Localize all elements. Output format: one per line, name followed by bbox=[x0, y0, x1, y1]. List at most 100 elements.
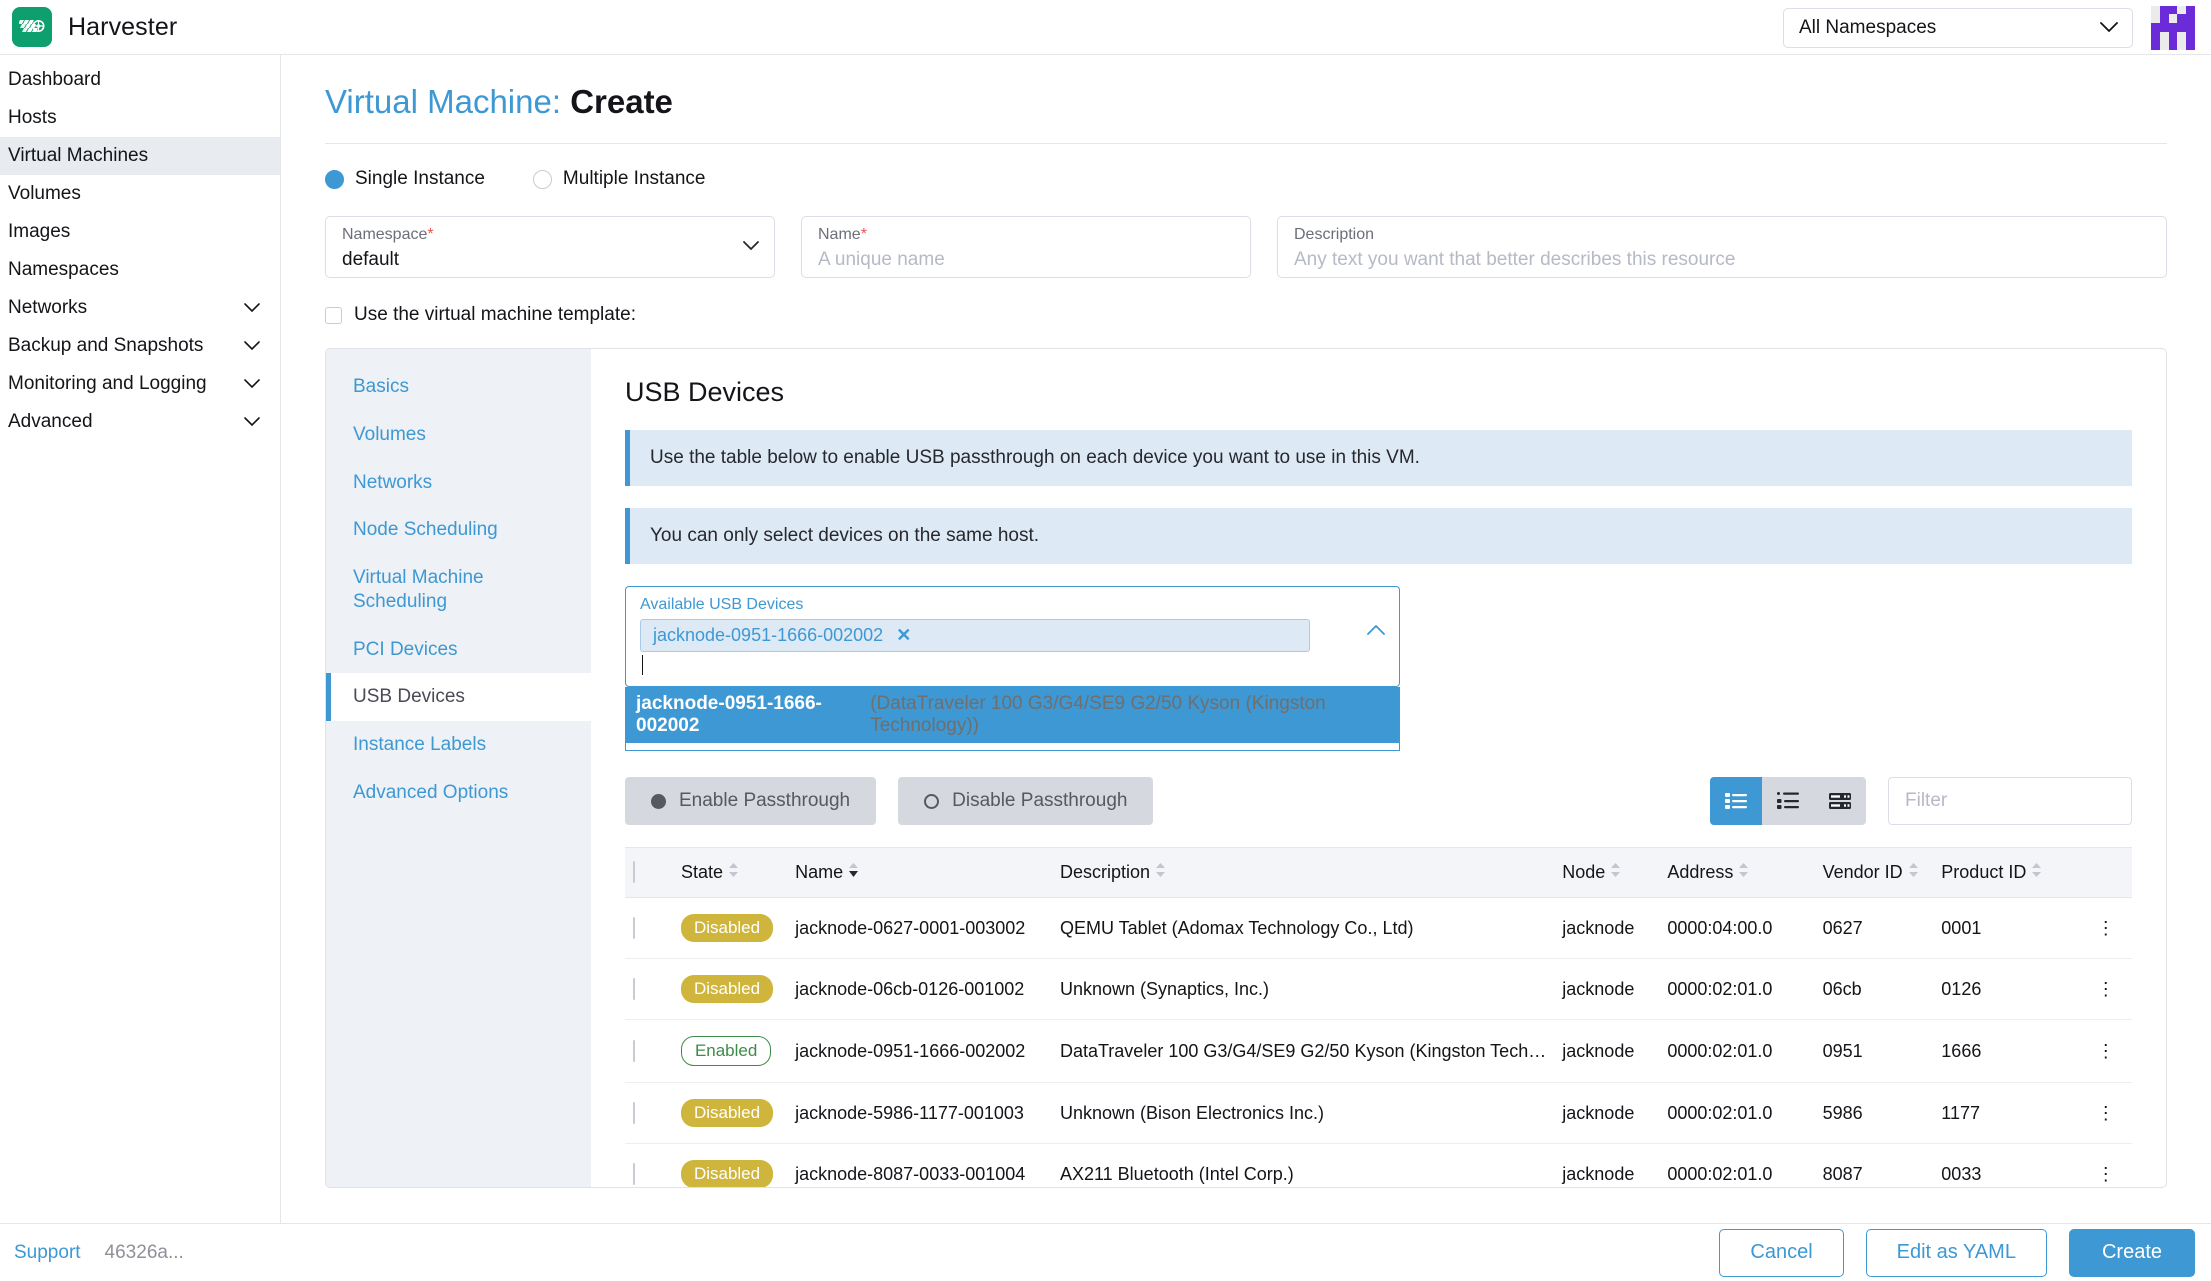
sidebar-item-hosts[interactable]: Hosts bbox=[0, 99, 280, 137]
column-header-vendor-id[interactable]: Vendor ID bbox=[1814, 847, 1934, 898]
cancel-button[interactable]: Cancel bbox=[1719, 1228, 1844, 1277]
selected-chips: jacknode-0951-1666-002002 ✕ bbox=[640, 619, 1385, 652]
namespace-label: Namespace* bbox=[342, 226, 434, 243]
tab-volumes[interactable]: Volumes bbox=[326, 411, 591, 459]
sidebar-item-volumes[interactable]: Volumes bbox=[0, 175, 280, 213]
disable-passthrough-button[interactable]: Disable Passthrough bbox=[898, 777, 1154, 825]
instance-mode-radio-group: Single Instance Multiple Instance bbox=[325, 168, 2167, 190]
close-icon[interactable]: ✕ bbox=[896, 625, 911, 646]
row-description-cell: AX211 Bluetooth (Intel Corp.) bbox=[1051, 1143, 1555, 1187]
row-node-cell: jacknode bbox=[1554, 1082, 1660, 1144]
enable-passthrough-button[interactable]: Enable Passthrough bbox=[625, 777, 877, 825]
table-row[interactable]: Disabled jacknode-8087-0033-001004 AX211… bbox=[625, 1143, 2132, 1187]
use-template-row[interactable]: Use the virtual machine template: bbox=[325, 304, 2167, 326]
harvester-logo-icon bbox=[12, 7, 52, 47]
kebab-menu-icon[interactable]: ⋮ bbox=[2079, 1082, 2132, 1144]
sort-icon bbox=[2031, 862, 2042, 883]
name-input[interactable]: A unique name bbox=[818, 249, 1234, 271]
row-product-id-cell: 0001 bbox=[1933, 897, 2080, 959]
usb-devices-panel: USB Devices Use the table below to enabl… bbox=[591, 349, 2166, 1187]
dropdown-search-input[interactable] bbox=[640, 652, 1385, 678]
chevron-down-icon bbox=[743, 238, 759, 256]
kebab-menu-icon[interactable]: ⋮ bbox=[2079, 1019, 2132, 1083]
support-link[interactable]: Support bbox=[14, 1242, 81, 1264]
radio-single-instance[interactable]: Single Instance bbox=[325, 168, 485, 190]
config-tab-list: Basics Volumes Networks Node Scheduling … bbox=[326, 349, 591, 1187]
kebab-menu-icon[interactable]: ⋮ bbox=[2079, 958, 2132, 1020]
sort-icon bbox=[728, 862, 739, 883]
tab-instance-labels[interactable]: Instance Labels bbox=[326, 721, 591, 769]
column-header-address[interactable]: Address bbox=[1659, 847, 1815, 898]
selected-device-chip[interactable]: jacknode-0951-1666-002002 ✕ bbox=[640, 619, 1310, 652]
column-header-name[interactable]: Name bbox=[787, 847, 1052, 898]
row-checkbox[interactable] bbox=[633, 977, 635, 1000]
row-select-cell bbox=[625, 958, 673, 1020]
table-row[interactable]: Disabled jacknode-5986-1177-001003 Unkno… bbox=[625, 1082, 2132, 1144]
use-template-checkbox[interactable] bbox=[325, 306, 342, 324]
chevron-up-icon[interactable] bbox=[1367, 623, 1385, 641]
status-badge: Enabled bbox=[680, 1036, 772, 1066]
chevron-down-icon bbox=[244, 297, 260, 319]
sidebar-item-images[interactable]: Images bbox=[0, 213, 280, 251]
column-header-node[interactable]: Node bbox=[1554, 847, 1660, 898]
row-description-cell: DataTraveler 100 G3/G4/SE9 G2/50 Kyson (… bbox=[1051, 1019, 1555, 1083]
sidebar-item-label: Networks bbox=[8, 297, 88, 318]
kebab-menu-icon[interactable]: ⋮ bbox=[2079, 1143, 2132, 1187]
row-checkbox[interactable] bbox=[633, 1101, 635, 1124]
table-action-row: Enable Passthrough Disable Passthrough F… bbox=[625, 777, 2132, 825]
filter-input[interactable]: Filter bbox=[1888, 777, 2132, 825]
column-header-state[interactable]: State bbox=[672, 847, 788, 898]
chevron-down-icon bbox=[244, 373, 260, 395]
user-avatar-icon[interactable] bbox=[2151, 5, 2195, 50]
dropdown-control[interactable]: Available USB Devices jacknode-0951-1666… bbox=[625, 586, 1400, 687]
description-field[interactable]: Description Any text you want that bette… bbox=[1277, 216, 2167, 278]
sidebar-item-virtual-machines[interactable]: Virtual Machines bbox=[0, 137, 280, 175]
sidebar-item-backup-and-snapshots[interactable]: Backup and Snapshots bbox=[0, 327, 280, 365]
edit-as-yaml-button[interactable]: Edit as YAML bbox=[1865, 1228, 2047, 1277]
tab-networks[interactable]: Networks bbox=[326, 459, 591, 507]
namespace-select[interactable]: Namespace* default bbox=[325, 216, 775, 278]
table-row[interactable]: Enabled jacknode-0951-1666-002002 DataTr… bbox=[625, 1019, 2132, 1083]
select-all-checkbox[interactable] bbox=[633, 861, 635, 883]
grouped-list-view-icon[interactable] bbox=[1762, 777, 1814, 825]
info-banner-same-host: You can only select devices on the same … bbox=[625, 508, 2132, 564]
view-mode-toggle-group bbox=[1710, 777, 1866, 825]
tab-node-scheduling[interactable]: Node Scheduling bbox=[326, 506, 591, 554]
table-row[interactable]: Disabled jacknode-06cb-0126-001002 Unkno… bbox=[625, 958, 2132, 1020]
sidebar-item-label: Images bbox=[8, 221, 71, 242]
page-footer: Support 46326a... Cancel Edit as YAML Cr… bbox=[0, 1223, 2211, 1281]
sidebar-item-monitoring-and-logging[interactable]: Monitoring and Logging bbox=[0, 365, 280, 403]
row-product-id-cell: 1177 bbox=[1933, 1082, 2080, 1144]
sidebar-item-advanced[interactable]: Advanced bbox=[0, 403, 280, 441]
row-checkbox[interactable] bbox=[633, 916, 635, 939]
tab-virtual-machine-scheduling[interactable]: Virtual Machine Scheduling bbox=[326, 554, 591, 626]
kebab-menu-icon[interactable]: ⋮ bbox=[2079, 897, 2132, 959]
column-header-description[interactable]: Description bbox=[1051, 847, 1555, 898]
namespace-filter-select[interactable]: All Namespaces bbox=[1783, 7, 2133, 48]
tab-advanced-options[interactable]: Advanced Options bbox=[326, 769, 591, 817]
create-button[interactable]: Create bbox=[2068, 1228, 2195, 1277]
name-field[interactable]: Name* A unique name bbox=[801, 216, 1251, 278]
tab-basics[interactable]: Basics bbox=[326, 363, 591, 411]
sidebar-item-namespaces[interactable]: Namespaces bbox=[0, 251, 280, 289]
sidebar-item-label: Hosts bbox=[8, 107, 57, 128]
table-view-icon[interactable] bbox=[1814, 777, 1866, 825]
tab-usb-devices[interactable]: USB Devices bbox=[326, 673, 591, 721]
list-view-icon[interactable] bbox=[1710, 777, 1762, 825]
row-state-cell: Enabled bbox=[672, 1019, 788, 1083]
description-input[interactable]: Any text you want that better describes … bbox=[1294, 249, 2150, 271]
dropdown-option-highlighted[interactable]: jacknode-0951-1666-002002 (DataTraveler … bbox=[626, 687, 1399, 743]
row-product-id-cell: 0033 bbox=[1933, 1143, 2080, 1187]
column-header-product-id[interactable]: Product ID bbox=[1933, 847, 2080, 898]
row-node-cell: jacknode bbox=[1554, 897, 1660, 959]
row-name-cell: jacknode-0627-0001-003002 bbox=[787, 897, 1052, 959]
sidebar-item-networks[interactable]: Networks bbox=[0, 289, 280, 327]
table-row[interactable]: Disabled jacknode-0627-0001-003002 QEMU … bbox=[625, 897, 2132, 959]
row-checkbox[interactable] bbox=[633, 1162, 635, 1185]
tab-pci-devices[interactable]: PCI Devices bbox=[326, 626, 591, 674]
dropdown-label: Available USB Devices bbox=[640, 596, 804, 613]
sidebar-item-dashboard[interactable]: Dashboard bbox=[0, 61, 280, 99]
sidebar-item-label: Volumes bbox=[8, 183, 81, 204]
radio-multiple-instance[interactable]: Multiple Instance bbox=[532, 168, 706, 190]
row-checkbox[interactable] bbox=[633, 1039, 635, 1062]
